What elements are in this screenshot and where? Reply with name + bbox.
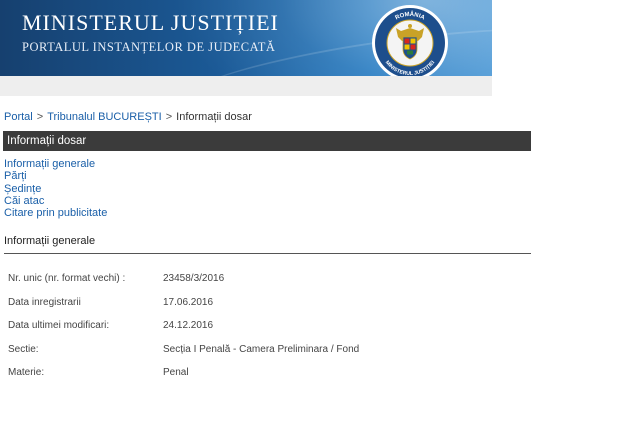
header-divider-strip xyxy=(0,76,492,96)
detail-label: Data ultimei modificari: xyxy=(8,320,110,332)
detail-value: Penal xyxy=(163,367,189,379)
link-general-info[interactable]: Informații generale xyxy=(4,158,107,170)
link-parties[interactable]: Părți xyxy=(4,170,107,182)
detail-value: 24.12.2016 xyxy=(163,320,214,332)
section-title-bar: Informații dosar xyxy=(3,131,531,151)
case-section-links: Informații generale Părți Ședințe Căi at… xyxy=(4,158,107,219)
link-public-summons[interactable]: Citare prin publicitate xyxy=(4,207,107,219)
breadcrumb-separator: > xyxy=(36,111,44,123)
ministry-emblem[interactable]: ROMÂNIA MINISTERUL JUSTIȚIEI xyxy=(371,4,449,82)
detail-value: Secția I Penală - Camera Preliminara / F… xyxy=(163,343,360,355)
breadcrumb-portal-link[interactable]: Portal xyxy=(4,111,33,123)
detail-label: Sectie: xyxy=(8,343,39,355)
breadcrumb-separator: > xyxy=(165,111,173,123)
detail-label: Data inregistrarii xyxy=(8,296,81,308)
breadcrumb-court-link[interactable]: Tribunalul BUCUREȘTI xyxy=(47,111,162,123)
detail-value: 17.06.2016 xyxy=(163,296,214,308)
link-hearings[interactable]: Ședințe xyxy=(4,183,107,195)
detail-value: 23458/3/2016 xyxy=(163,273,225,284)
site-subtitle: PORTALUL INSTANȚELOR DE JUDECATĂ xyxy=(22,40,276,54)
detail-label: Nr. unic (nr. format vechi) : xyxy=(8,273,126,284)
site-title: MINISTERUL JUSTIȚIEI xyxy=(22,10,279,35)
link-appeals[interactable]: Căi atac xyxy=(4,195,107,207)
detail-label: Materie: xyxy=(8,367,45,379)
breadcrumb-current: Informații dosar xyxy=(176,111,252,123)
general-info-heading: Informații generale xyxy=(4,235,531,254)
breadcrumb: Portal > Tribunalul BUCUREȘTI > Informații d… xyxy=(4,111,252,123)
